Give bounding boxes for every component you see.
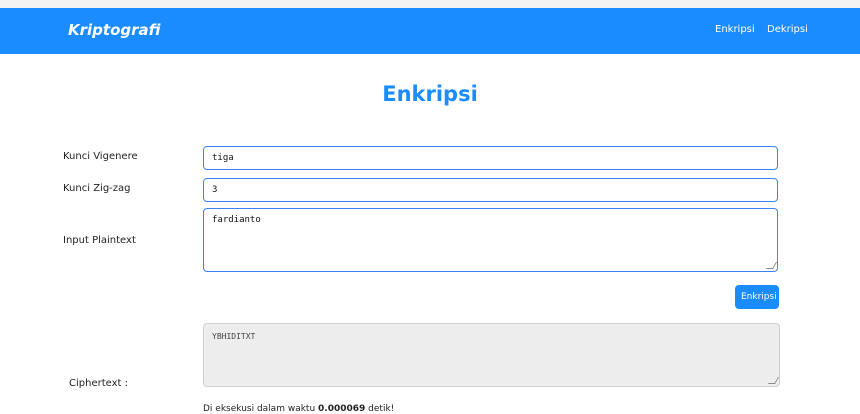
navbar: Kriptografi Enkripsi Dekripsi (0, 8, 860, 54)
nav-link-dekripsi[interactable]: Dekripsi (767, 24, 808, 35)
execution-time-value: 0.000069 (318, 404, 366, 414)
plaintext-value: fardianto (212, 215, 261, 225)
execution-suffix: detik! (368, 404, 395, 414)
page-title: Enkripsi (382, 82, 478, 106)
ciphertext-value: YBHIDITXT (212, 332, 256, 341)
top-strip (0, 0, 860, 8)
execution-time-text: Di eksekusi dalam waktu 0.000069 detik! (203, 404, 394, 414)
brand-logo[interactable]: Kriptografi (68, 21, 160, 39)
vigenere-key-input[interactable]: tiga (203, 146, 778, 170)
nav-link-enkripsi[interactable]: Enkripsi (715, 24, 755, 35)
zigzag-key-label: Kunci Zig-zag (63, 183, 131, 194)
zigzag-key-input[interactable]: 3 (203, 178, 778, 202)
ciphertext-output[interactable]: YBHIDITXT (203, 323, 780, 387)
execution-prefix: Di eksekusi dalam waktu (203, 404, 316, 414)
ciphertext-label: Ciphertext : (69, 378, 128, 389)
vigenere-key-label: Kunci Vigenere (63, 151, 138, 162)
encrypt-button[interactable]: Enkripsi (735, 285, 779, 309)
resize-handle-icon[interactable] (765, 262, 778, 269)
plaintext-label: Input Plaintext (63, 235, 136, 246)
plaintext-textarea[interactable]: fardianto (203, 208, 778, 272)
resize-handle-icon[interactable] (767, 377, 780, 384)
